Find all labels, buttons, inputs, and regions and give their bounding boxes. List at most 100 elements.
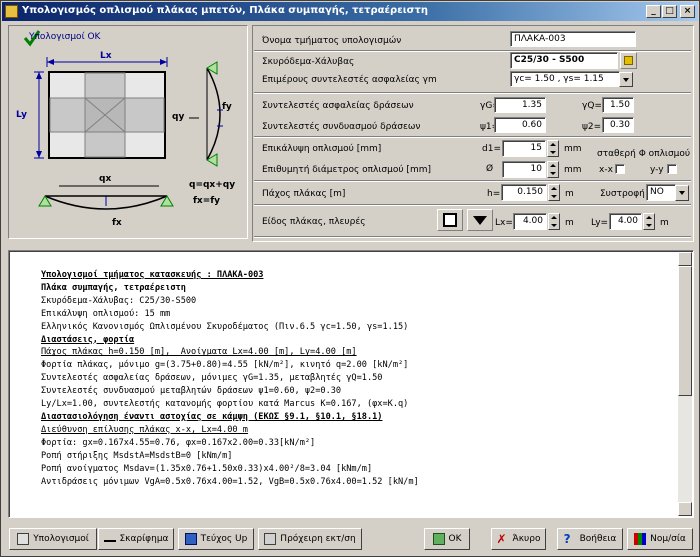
- title-bar[interactable]: Υπολογισμός οπλισμού πλάκας μπετόν, Πλάκ…: [2, 2, 698, 21]
- cover-input[interactable]: 15: [502, 140, 546, 157]
- separator: [254, 204, 691, 206]
- report-line: Επικάλυψη οπλισμού: 15 mm: [41, 308, 171, 319]
- gamma-q-input[interactable]: 1.50: [602, 97, 634, 113]
- ly-label: Ly: [16, 110, 27, 120]
- yy-label: y-y: [650, 165, 664, 175]
- report-line: Ροπή στήριξης MsdstA=MsdstB=0 [kNm/m]: [41, 450, 233, 461]
- report-panel[interactable]: Υπολογισμοί τμήματος κατασκευής : ΠΛΑΚΑ-…: [8, 250, 694, 518]
- report-line: Ελληνικός Κανονισμός Ωπλισμένου Σκυροδέμ…: [41, 321, 409, 332]
- diameter-input[interactable]: 10: [502, 161, 546, 178]
- partial-factors-select[interactable]: γc= 1.50 , γs= 1.15: [510, 71, 620, 87]
- qx-label: qx: [99, 174, 112, 184]
- fy-label: fy: [222, 102, 232, 112]
- ok-icon: [432, 533, 445, 545]
- cancel-icon: ✗: [496, 532, 507, 546]
- report-scrollbar[interactable]: [678, 252, 692, 516]
- report-line: Φορτία πλάκας, μόνιμο g=(3.75+0.80)=4.55…: [41, 360, 409, 371]
- cover-unit: mm: [564, 144, 582, 154]
- report-line: Διαστασιολόγηση έναντι αστοχίας σε κάμψη…: [41, 411, 383, 422]
- report-line: Ροπή ανοίγματος Msdav=(1.35x0.76+1.50x0.…: [41, 463, 373, 474]
- print-preview-button[interactable]: Πρόχειρη εκτ/ση: [258, 528, 362, 550]
- sketch-button[interactable]: Σκαρίφημα: [98, 528, 174, 550]
- lx-label: Lx: [100, 51, 112, 61]
- psi1-input[interactable]: 0.60: [494, 117, 546, 133]
- slab-support-icon: [443, 213, 457, 227]
- document-icon: [184, 533, 197, 545]
- issue-up-button[interactable]: Τεύχος Up: [178, 528, 254, 550]
- gamma-g-input[interactable]: 1.35: [494, 97, 546, 113]
- scroll-thumb[interactable]: [678, 266, 692, 396]
- deflection-equation: fx=fy: [193, 196, 221, 206]
- ly-input-label: Ly=: [591, 218, 609, 228]
- report-line: Διεύθυνση επίλυσης πλάκας x-x, Lx=4.00 m: [41, 424, 248, 435]
- thickness-spinner[interactable]: [548, 184, 560, 201]
- triangle-down-icon: [473, 216, 487, 225]
- twist-dropdown[interactable]: [675, 185, 689, 201]
- diameter-label: Επιθυμητή διάμετρος οπλισμού [mm]: [262, 165, 431, 175]
- slab-diagram: [23, 30, 223, 210]
- material-field[interactable]: C25/30 - S500: [510, 52, 618, 69]
- thickness-unit: m: [565, 189, 574, 199]
- calculations-button[interactable]: Υπολογισμοί: [9, 528, 97, 550]
- twist-select[interactable]: NO: [646, 184, 676, 201]
- separator: [254, 136, 691, 138]
- gamma-q-label: γQ=: [582, 101, 602, 111]
- fx-label: fx: [112, 218, 122, 228]
- diameter-unit: mm: [564, 165, 582, 175]
- separator: [254, 92, 691, 94]
- scroll-down-button[interactable]: [678, 502, 692, 516]
- ly-input[interactable]: 4.00: [609, 213, 642, 230]
- partial-factors-dropdown[interactable]: [619, 72, 633, 87]
- lx-input-label: Lx=: [495, 218, 513, 228]
- element-name-input[interactable]: ΠΛΑΚΑ-003: [510, 31, 636, 47]
- main-window: Υπολογισμός οπλισμού πλάκας μπετόν, Πλάκ…: [0, 0, 700, 557]
- ok-button[interactable]: OK: [424, 528, 470, 550]
- diameter-spinner[interactable]: [547, 161, 559, 178]
- report-line: Ly/Lx=1.00, συντελεστής κατανομής φορτίο…: [41, 399, 409, 410]
- report-line: Υπολογισμοί τμήματος κατασκευής : ΠΛΑΚΑ-…: [41, 270, 264, 280]
- diameter-symbol: Ø: [486, 164, 494, 174]
- help-button[interactable]: ? Βοήθεια: [557, 528, 623, 550]
- cover-d1-label: d1=: [482, 144, 501, 154]
- minimize-button[interactable]: _: [646, 5, 661, 18]
- calculator-icon: [17, 533, 30, 545]
- ly-spinner[interactable]: [643, 213, 655, 230]
- diagram-panel: Υπολογισμοί OK Lx Ly qy fy qx fx q=qx+qy…: [8, 25, 248, 239]
- report-line: Πλάκα συμπαγής, τετραέρειστη: [41, 282, 186, 293]
- material-label: Σκυρόδεμα-Χάλυβας: [262, 57, 355, 67]
- material-picker-button[interactable]: [620, 52, 637, 69]
- yy-checkbox[interactable]: [667, 164, 677, 174]
- lx-input[interactable]: 4.00: [513, 213, 547, 230]
- cancel-button[interactable]: ✗ Άκυρο: [491, 528, 546, 550]
- cover-spinner[interactable]: [547, 140, 559, 157]
- slab-type-dropdown[interactable]: [467, 209, 493, 231]
- slab-type-button[interactable]: [437, 209, 463, 231]
- sketch-icon: [103, 536, 116, 542]
- twist-label: Συστροφή: [600, 189, 645, 199]
- material-icon: [624, 56, 633, 65]
- constant-phi-label: σταθερή Φ οπλισμού: [597, 149, 691, 159]
- maximize-button[interactable]: □: [662, 5, 677, 18]
- slab-type-label: Είδος πλάκας, πλευρές: [262, 217, 366, 227]
- help-icon: ?: [563, 532, 571, 546]
- app-icon: [5, 5, 18, 18]
- action-factors-label: Συντελεστές ασφαλείας δράσεων: [262, 101, 414, 111]
- thickness-label: Πάχος πλάκας [m]: [262, 189, 346, 199]
- separator: [254, 236, 691, 238]
- bar-chart-icon: [634, 533, 647, 545]
- separator: [254, 180, 691, 182]
- thickness-input[interactable]: 0.150: [501, 184, 547, 201]
- partial-factors-label: Επιμέρους συντελεστές ασφαλείας γm: [262, 75, 437, 85]
- xx-checkbox[interactable]: [615, 164, 625, 174]
- report-line: Αντιδράσεις μόνιμων VgA=0.5x0.76x4.00=1.…: [41, 476, 419, 487]
- report-line: Διαστάσεις, φορτία: [41, 334, 135, 345]
- lx-unit: m: [565, 218, 574, 228]
- lx-spinner[interactable]: [548, 213, 560, 230]
- report-line: Συντελεστές ασφαλείας δράσεων, μόνιμες γ…: [41, 373, 383, 384]
- ly-unit: m: [660, 218, 669, 228]
- close-button[interactable]: ×: [680, 5, 695, 18]
- psi2-input[interactable]: 0.30: [602, 117, 634, 133]
- scroll-up-button[interactable]: [678, 252, 692, 266]
- report-line: Συντελεστές συνδυασμού μεταβλητών δράσεω…: [41, 386, 342, 397]
- prices-button[interactable]: Νομ/σία: [627, 528, 693, 550]
